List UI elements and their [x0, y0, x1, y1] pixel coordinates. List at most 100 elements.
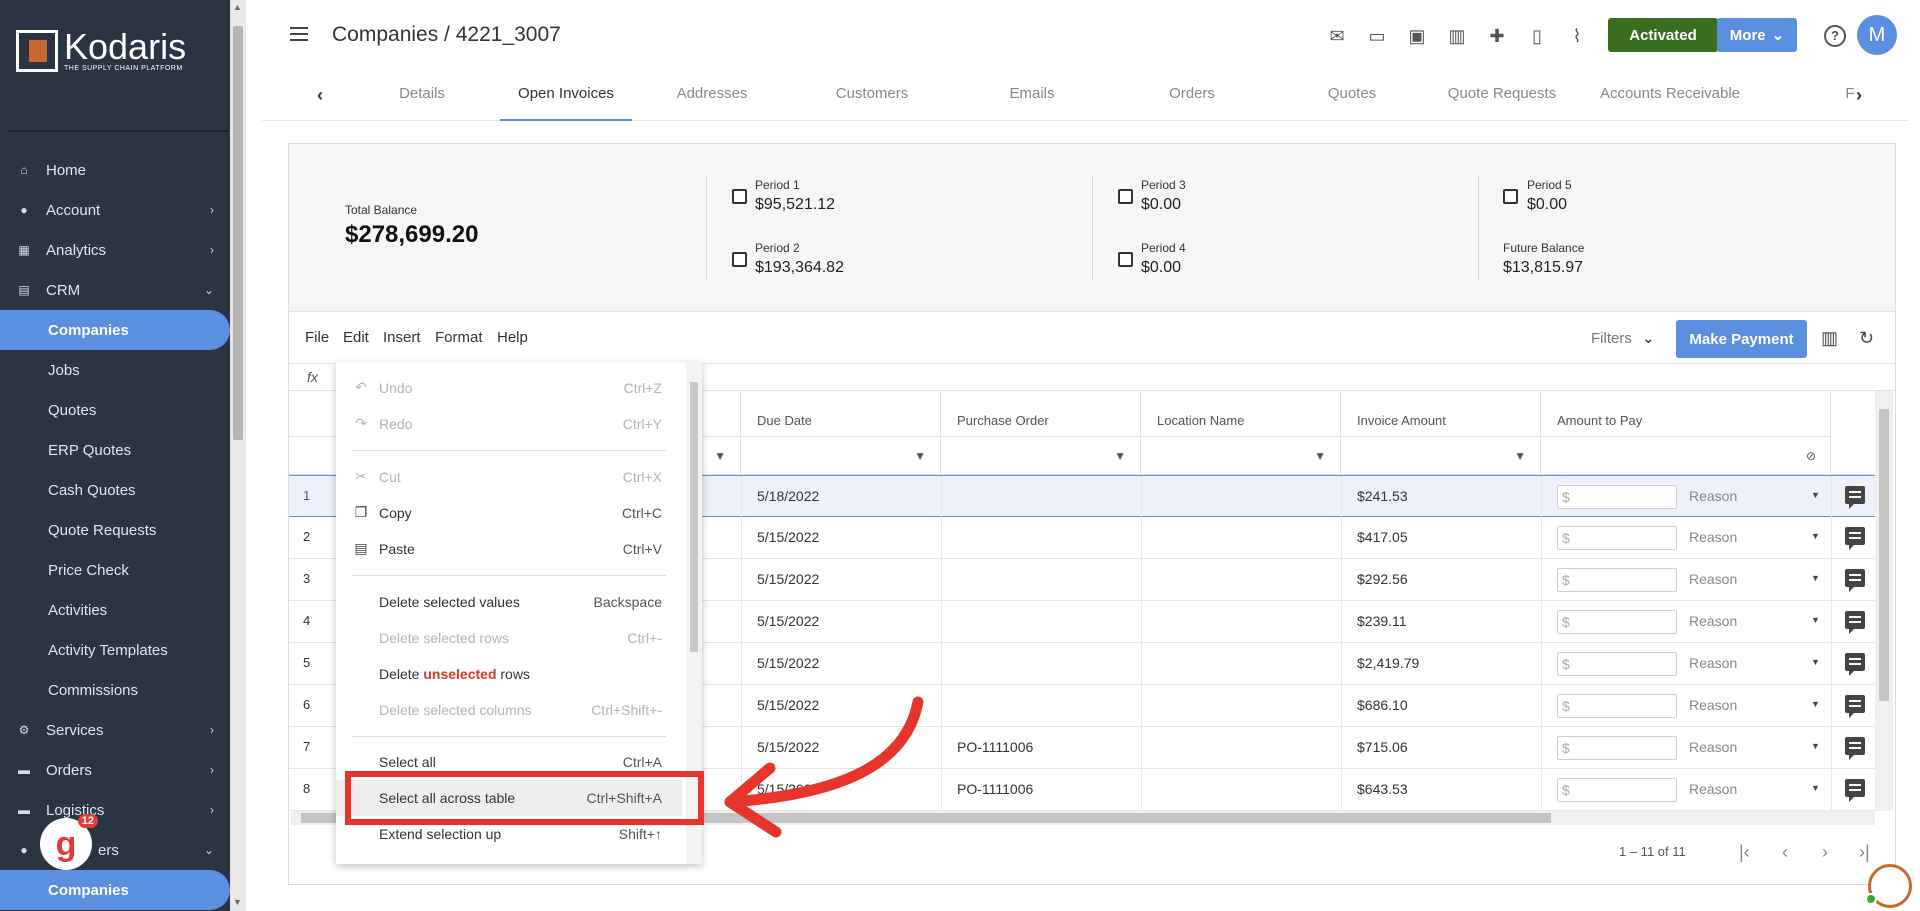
last-page-icon[interactable]: ›|	[1859, 842, 1870, 863]
sidebar-item-quotes[interactable]: Quotes	[0, 390, 230, 430]
next-page-icon[interactable]: ›	[1822, 842, 1828, 863]
filter-cell[interactable]: ▼	[941, 437, 1141, 475]
column-header-purchase-order[interactable]: Purchase Order	[941, 391, 1141, 437]
dropdown-caret-icon[interactable]: ▼	[1811, 783, 1820, 793]
menu-file[interactable]: File	[305, 329, 329, 346]
sidebar-item-logistics[interactable]: ▬ Logistics ›	[0, 790, 230, 830]
filter-icon[interactable]: ▼	[1314, 449, 1326, 463]
due-date-cell[interactable]: 5/18/2022	[757, 488, 819, 504]
menu-help[interactable]: Help	[497, 329, 528, 346]
grid-vertical-scrollbar[interactable]	[1875, 391, 1893, 811]
filter-icon[interactable]: ▼	[714, 449, 726, 463]
sidebar-item-quote-requests[interactable]: Quote Requests	[0, 510, 230, 550]
guide-badge-icon[interactable]: g 12	[40, 814, 98, 870]
email-icon[interactable]: ✉	[1325, 24, 1349, 48]
menu-item-paste[interactable]: ▤ Paste Ctrl+V	[336, 531, 682, 567]
invoice-amount-cell[interactable]: $643.53	[1357, 781, 1408, 797]
payment-card-icon[interactable]: ▭	[1365, 24, 1389, 48]
column-header-location-name[interactable]: Location Name	[1141, 391, 1341, 437]
menu-item-delete-columns[interactable]: Delete selected columns Ctrl+Shift+-	[336, 692, 682, 728]
sidebar-item-jobs[interactable]: Jobs	[0, 350, 230, 390]
kodaris-logo[interactable]: Kodaris THE SUPPLY CHAIN PLATFORM	[16, 29, 186, 72]
clear-filter-icon[interactable]: ⊘	[1806, 449, 1816, 463]
column-header-amount-to-pay[interactable]: Amount to Pay	[1541, 391, 1831, 437]
reason-select[interactable]: Reason	[1689, 739, 1737, 755]
add-person-icon[interactable]: ✚	[1485, 24, 1509, 48]
invoice-amount-cell[interactable]: $239.11	[1357, 613, 1407, 629]
tab-emails[interactable]: Emails	[972, 85, 1092, 121]
dropdown-caret-icon[interactable]: ▼	[1811, 573, 1820, 583]
filter-icon[interactable]: ▼	[1114, 449, 1126, 463]
filter-cell[interactable]: ▼	[741, 437, 941, 475]
period5-checkbox[interactable]	[1503, 189, 1518, 204]
dropdown-caret-icon[interactable]: ▼	[1811, 657, 1820, 667]
filter-icon[interactable]: ▼	[1514, 449, 1526, 463]
sidebar-item-account[interactable]: ● Account ›	[0, 190, 230, 230]
reason-select[interactable]: Reason	[1689, 697, 1737, 713]
column-header-invoice-amount[interactable]: Invoice Amount	[1341, 391, 1541, 437]
sidebar-search[interactable]	[8, 106, 230, 132]
reason-select[interactable]: Reason	[1689, 488, 1737, 504]
sidebar-item-crm[interactable]: ▤ CRM ⌄	[0, 270, 230, 310]
due-date-cell[interactable]: 5/15/2022	[757, 613, 819, 629]
comment-icon[interactable]	[1845, 653, 1865, 676]
column-header-due-date[interactable]: Due Date	[741, 391, 941, 437]
invoice-amount-cell[interactable]: $715.06	[1357, 739, 1408, 755]
amount-to-pay-input[interactable]: $	[1557, 610, 1677, 634]
reason-select[interactable]: Reason	[1689, 529, 1737, 545]
menu-icon[interactable]	[290, 27, 308, 41]
dropdown-caret-icon[interactable]: ▼	[1811, 615, 1820, 625]
invoice-amount-cell[interactable]: $241.53	[1357, 488, 1408, 504]
previous-page-icon[interactable]: ‹	[1782, 842, 1788, 863]
due-date-cell[interactable]: 5/15/2022	[757, 571, 819, 587]
sidebar-item-services[interactable]: ⚙ Services ›	[0, 710, 230, 750]
comment-icon[interactable]	[1845, 779, 1865, 802]
attachment-icon[interactable]: ⌇	[1565, 24, 1589, 48]
due-date-cell[interactable]: 5/15/2022	[757, 529, 819, 545]
filter-cell[interactable]: ▼	[1141, 437, 1341, 475]
refresh-icon[interactable]: ↻	[1859, 328, 1874, 349]
sidebar-item-companies-2[interactable]: Companies	[0, 870, 230, 910]
sidebar-item-companies[interactable]: Companies	[0, 310, 230, 350]
building-icon[interactable]: ▥	[1445, 24, 1469, 48]
menu-edit[interactable]: Edit	[343, 329, 369, 346]
menu-insert[interactable]: Insert	[383, 329, 421, 346]
scroll-down-icon[interactable]: ▼	[233, 897, 242, 907]
sidebar-item-erp-quotes[interactable]: ERP Quotes	[0, 430, 230, 470]
amount-to-pay-input[interactable]: $	[1557, 526, 1677, 550]
filter-cell[interactable]: ⊘	[1541, 437, 1831, 475]
dropdown-caret-icon[interactable]: ▼	[1811, 741, 1820, 751]
tab-customers[interactable]: Customers	[812, 85, 932, 121]
columns-icon[interactable]: ▥	[1821, 328, 1838, 349]
tab-addresses[interactable]: Addresses	[652, 85, 772, 121]
tab-quote-requests[interactable]: Quote Requests	[1432, 85, 1572, 121]
more-button[interactable]: More ⌄	[1717, 18, 1797, 52]
gift-icon[interactable]: ▣	[1405, 24, 1429, 48]
tab-orders[interactable]: Orders	[1132, 85, 1252, 121]
scroll-thumb[interactable]	[1879, 409, 1889, 701]
help-icon[interactable]: ?	[1824, 25, 1846, 47]
reason-select[interactable]: Reason	[1689, 571, 1737, 587]
sidebar-item-orders[interactable]: ▬ Orders ›	[0, 750, 230, 790]
reason-select[interactable]: Reason	[1689, 781, 1737, 797]
amount-to-pay-input[interactable]: $	[1557, 778, 1677, 802]
purchase-order-cell[interactable]: PO-1111006	[957, 781, 1033, 797]
filter-icon[interactable]: ▼	[914, 449, 926, 463]
comment-icon[interactable]	[1845, 611, 1865, 634]
sidebar-item-analytics[interactable]: ▦ Analytics ›	[0, 230, 230, 270]
amount-to-pay-input[interactable]: $	[1557, 736, 1677, 760]
invoice-amount-cell[interactable]: $686.10	[1357, 697, 1408, 713]
invoice-amount-cell[interactable]: $2,419.79	[1357, 655, 1419, 671]
invoice-amount-cell[interactable]: $292.56	[1357, 571, 1408, 587]
menu-format[interactable]: Format	[435, 329, 483, 346]
menu-item-delete-unselected-rows[interactable]: Delete unselected rows	[336, 656, 682, 692]
chat-support-icon[interactable]	[1865, 864, 1912, 908]
reason-select[interactable]: Reason	[1689, 613, 1737, 629]
tab-details[interactable]: Details	[362, 85, 482, 121]
sidebar-item-cash-quotes[interactable]: Cash Quotes	[0, 470, 230, 510]
reason-select[interactable]: Reason	[1689, 655, 1737, 671]
tabs-scroll-left-icon[interactable]: ‹	[317, 85, 323, 106]
dropdown-caret-icon[interactable]: ▼	[1811, 531, 1820, 541]
dropdown-caret-icon[interactable]: ▼	[1811, 490, 1820, 500]
sidebar-item-home[interactable]: ⌂ Home	[0, 150, 230, 190]
